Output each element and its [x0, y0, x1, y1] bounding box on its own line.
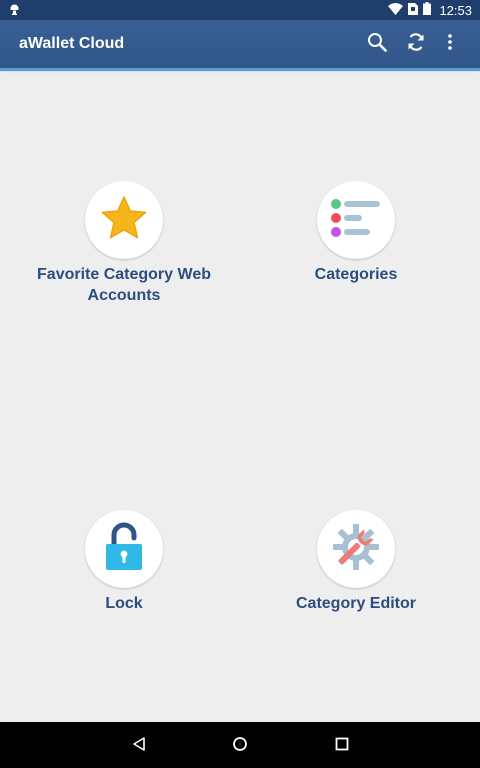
tile-label: Lock	[105, 595, 143, 612]
navigation-bar	[0, 722, 480, 768]
tile-lock[interactable]: Lock	[8, 510, 240, 614]
gear-wrench-icon	[330, 521, 382, 578]
search-icon	[367, 32, 387, 57]
sync-icon	[406, 32, 426, 57]
tile-icon-circle	[317, 181, 395, 259]
category-list-icon	[330, 197, 382, 244]
app-bar: aWallet Cloud	[0, 20, 480, 71]
status-bar: 12:53	[0, 0, 480, 20]
battery-icon	[423, 2, 432, 20]
recents-icon	[335, 737, 349, 756]
android-debug-icon	[9, 3, 20, 21]
app-title: aWallet Cloud	[19, 35, 125, 52]
tile-favorite-category-web-accounts[interactable]: Favorite Category Web Accounts	[8, 181, 240, 306]
tile-label: Categories	[314, 266, 398, 283]
star-icon	[100, 195, 148, 246]
tile-label: Favorite Category Web Accounts	[37, 266, 211, 304]
tile-categories[interactable]: Categories	[240, 181, 472, 285]
overflow-menu-icon	[447, 33, 453, 56]
tile-label: Category Editor	[295, 595, 416, 612]
no-sim-icon	[408, 2, 419, 20]
tile-icon-circle	[85, 181, 163, 259]
back-button[interactable]	[127, 734, 151, 758]
home-button[interactable]	[228, 734, 252, 758]
clock: 12:53	[439, 3, 472, 18]
sync-button[interactable]	[404, 32, 428, 56]
status-icons: 12:53	[388, 2, 472, 20]
tile-category-editor[interactable]: Category Editor	[240, 510, 472, 614]
wifi-icon	[388, 2, 404, 20]
overflow-menu-button[interactable]	[438, 32, 462, 56]
back-icon	[131, 736, 147, 757]
recents-button[interactable]	[330, 734, 354, 758]
unlocked-padlock-icon	[104, 522, 144, 577]
tile-icon-circle	[317, 510, 395, 588]
search-button[interactable]	[365, 32, 389, 56]
home-icon	[232, 736, 248, 757]
tile-icon-circle	[85, 510, 163, 588]
